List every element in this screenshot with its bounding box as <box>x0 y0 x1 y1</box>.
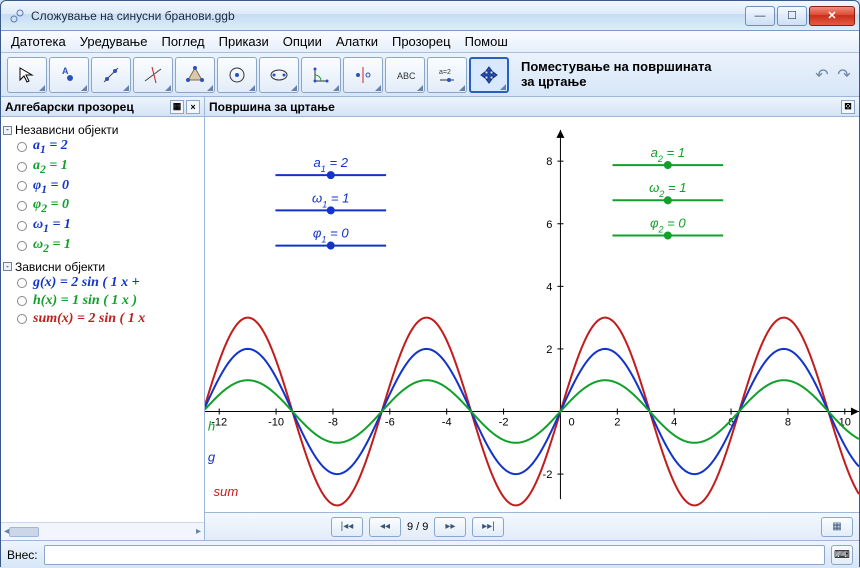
algebra-content: -Независни објектиa1 = 2 a2 = 1 φ1 = 0φ2 =… <box>1 117 204 522</box>
tool-perpendicular[interactable] <box>133 57 173 93</box>
toolbar: A ABC a=2 Поместување на површината за ц… <box>1 53 859 97</box>
algebra-item[interactable]: ω1 = 1 <box>3 216 202 236</box>
drawing-pane: Површина за цртање ⊠ -12-10-8-6-4-202468… <box>205 97 859 540</box>
svg-text:g: g <box>208 450 216 465</box>
play-first-button[interactable]: |◂◂ <box>331 517 363 537</box>
algebra-item[interactable]: a1 = 2 <box>3 137 202 157</box>
command-input[interactable] <box>44 545 825 565</box>
redo-button[interactable]: ↷ <box>835 66 853 84</box>
algebra-item-label: ω2 = 1 <box>33 237 71 255</box>
menu-file[interactable]: Датотека <box>5 32 72 51</box>
tool-slider[interactable]: a=2 <box>427 57 467 93</box>
input-bar: Внес: ⌨ <box>1 540 859 568</box>
algebra-item[interactable]: h(x) = 1 sin ( 1 x ) <box>3 292 202 310</box>
svg-text:-2: -2 <box>543 469 553 481</box>
play-step: 9 / 9 <box>407 521 428 533</box>
play-prev-button[interactable]: ◂◂ <box>369 517 401 537</box>
tool-point[interactable]: A <box>49 57 89 93</box>
drawing-title: Површина за цртање <box>209 100 335 114</box>
svg-text:4: 4 <box>546 281 552 293</box>
play-next-button[interactable]: ▸▸ <box>434 517 466 537</box>
tool-line[interactable] <box>91 57 131 93</box>
drawing-close-icon[interactable]: ⊠ <box>841 100 855 114</box>
algebra-item-label: φ2 = 0 <box>33 197 69 215</box>
menu-window[interactable]: Прозорец <box>386 32 457 51</box>
menu-options[interactable]: Опции <box>277 32 328 51</box>
svg-text:a=2: a=2 <box>439 69 451 76</box>
algebra-group-header[interactable]: -Независни објекти <box>3 123 202 137</box>
menu-help[interactable]: Помош <box>459 32 514 51</box>
menu-edit[interactable]: Уредување <box>74 32 154 51</box>
maximize-button[interactable]: ☐ <box>777 6 807 26</box>
svg-text:0: 0 <box>568 417 574 429</box>
algebra-item[interactable]: sum(x) = 2 sin ( 1 x <box>3 310 202 328</box>
tool-text[interactable]: ABC <box>385 57 425 93</box>
algebra-title: Алгебарски прозорец <box>5 100 134 114</box>
svg-text:-4: -4 <box>442 417 452 429</box>
algebra-item[interactable]: φ1 = 0 <box>3 177 202 197</box>
algebra-panel: Алгебарски прозорец ▦ × -Независни објек… <box>1 97 205 540</box>
svg-text:6: 6 <box>546 219 552 231</box>
algebra-item[interactable]: ω2 = 1 <box>3 236 202 256</box>
algebra-item-label: g(x) = 2 sin ( 1 x + <box>33 275 140 291</box>
close-button[interactable]: ✕ <box>809 6 855 26</box>
algebra-item[interactable]: a2 = 1 <box>3 157 202 177</box>
svg-text:2: 2 <box>546 344 552 356</box>
tool-description: Поместување на површината за цртање <box>521 60 807 90</box>
menu-tools[interactable]: Алатки <box>330 32 384 51</box>
menubar: Датотека Уредување Поглед Прикази Опции … <box>1 31 859 53</box>
algebra-item-label: φ1 = 0 <box>33 178 69 196</box>
input-helper-button[interactable]: ⌨ <box>831 545 853 565</box>
svg-text:-10: -10 <box>268 417 284 429</box>
svg-text:8: 8 <box>546 156 552 168</box>
algebra-item-label: a1 = 2 <box>33 138 68 156</box>
algebra-group-header[interactable]: -Зависни објекти <box>3 260 202 274</box>
svg-text:h: h <box>208 418 215 433</box>
svg-text:A: A <box>62 66 69 76</box>
svg-text:ABC: ABC <box>397 71 415 81</box>
tool-move[interactable] <box>7 57 47 93</box>
undo-button[interactable]: ↶ <box>813 66 831 84</box>
algebra-item-label: h(x) = 1 sin ( 1 x ) <box>33 293 137 309</box>
tool-reflect[interactable] <box>343 57 383 93</box>
tool-polygon[interactable] <box>175 57 215 93</box>
svg-text:10: 10 <box>839 417 851 429</box>
tool-angle[interactable] <box>301 57 341 93</box>
svg-text:sum: sum <box>214 484 239 499</box>
algebra-item-label: ω1 = 1 <box>33 217 71 235</box>
algebra-item[interactable]: g(x) = 2 sin ( 1 x + <box>3 274 202 292</box>
menu-perspectives[interactable]: Прикази <box>213 32 275 51</box>
input-label: Внес: <box>7 548 38 562</box>
algebra-item-label: a2 = 1 <box>33 158 68 176</box>
svg-text:-6: -6 <box>385 417 395 429</box>
algebra-scrollbar[interactable]: ◂▸ <box>1 522 204 540</box>
tool-circle[interactable] <box>217 57 257 93</box>
window-title: Сложување на синусни бранови.ggb <box>31 9 745 23</box>
play-grid-button[interactable]: ▦ <box>821 517 853 537</box>
tool-ellipse[interactable] <box>259 57 299 93</box>
play-last-button[interactable]: ▸▸| <box>472 517 504 537</box>
svg-text:-8: -8 <box>328 417 338 429</box>
algebra-close-icon[interactable]: × <box>186 100 200 114</box>
playbar: |◂◂ ◂◂ 9 / 9 ▸▸ ▸▸| ▦ <box>205 512 859 540</box>
svg-text:8: 8 <box>785 417 791 429</box>
graphics-canvas[interactable]: -12-10-8-6-4-20246810-22468hgsuma1 = 2ω1… <box>205 117 859 512</box>
svg-text:2: 2 <box>614 417 620 429</box>
algebra-item[interactable]: φ2 = 0 <box>3 196 202 216</box>
menu-view[interactable]: Поглед <box>155 32 210 51</box>
svg-text:-2: -2 <box>499 417 509 429</box>
titlebar: Сложување на синусни бранови.ggb — ☐ ✕ <box>1 1 859 31</box>
minimize-button[interactable]: — <box>745 6 775 26</box>
algebra-item-label: sum(x) = 2 sin ( 1 x <box>33 311 145 327</box>
algebra-view-options-icon[interactable]: ▦ <box>170 100 184 114</box>
tool-move-graphics[interactable] <box>469 57 509 93</box>
svg-text:4: 4 <box>671 417 677 429</box>
app-icon <box>9 8 25 24</box>
